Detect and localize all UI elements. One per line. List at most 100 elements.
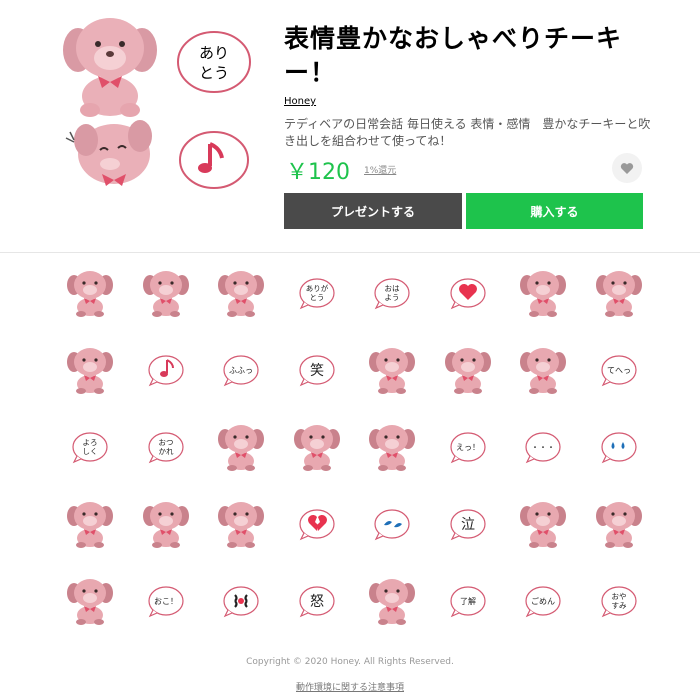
bear-sticker-image — [444, 348, 491, 394]
sticker-bear-17[interactable] — [584, 489, 654, 559]
bear-sticker-image — [218, 271, 264, 317]
sticker-bear-11[interactable] — [282, 412, 352, 482]
sticker-tehe[interactable]: てへっ — [584, 335, 654, 405]
bubble-sticker-image: 泣 — [449, 509, 486, 541]
buy-button[interactable]: 購入する — [466, 193, 643, 229]
refund-link[interactable]: 1%還元 — [364, 163, 396, 176]
sticker-oyasumi[interactable]: おや すみ — [584, 566, 654, 636]
bear-sticker-image — [369, 425, 415, 471]
sticker-e[interactable]: えっ！ — [433, 412, 503, 482]
bubble-sticker-image: ・・・ — [525, 432, 561, 464]
bubble-sticker-image — [374, 509, 410, 541]
sticker-bear-10[interactable] — [206, 412, 276, 482]
bubble-text-line-1: ・・・ — [531, 443, 555, 452]
bubble-sticker-image — [600, 432, 637, 464]
hero-bear-bottom — [65, 120, 152, 186]
bubble-text-line-1: ありが — [305, 283, 328, 293]
sticker-yoroshiku[interactable]: よろ しく — [55, 412, 125, 482]
bubble-text-line-1: ふふっ — [229, 366, 253, 375]
bear-sticker-image — [520, 502, 566, 548]
bear-sticker-image — [67, 502, 113, 548]
sticker-bear-15[interactable] — [206, 489, 276, 559]
bubble-sticker-image: おはよう — [374, 278, 410, 310]
sticker-bear-19[interactable] — [357, 566, 427, 636]
bubble-text-line-1: 泣 — [461, 517, 475, 533]
sticker-gomen[interactable]: ごめん — [508, 566, 578, 636]
bear-sticker-image — [218, 425, 264, 471]
bubble-sticker-image: よろしく — [72, 432, 108, 464]
sticker-naku[interactable]: 泣 — [433, 489, 503, 559]
bubble-text-line-1: 笑 — [310, 363, 324, 379]
bubble-sticker-image: ありがとう — [298, 278, 335, 310]
sticker-ikari[interactable]: 怒 — [282, 566, 352, 636]
present-button[interactable]: プレゼントする — [284, 193, 462, 229]
sticker-anger[interactable] — [206, 566, 276, 636]
sticker-drops[interactable] — [584, 412, 654, 482]
bear-sticker-image — [142, 271, 189, 317]
bubble-sticker-image: おつかれ — [147, 432, 184, 464]
bear-sticker-image — [293, 425, 340, 471]
sticker-bear-2[interactable] — [131, 258, 201, 328]
bear-sticker-image — [369, 579, 415, 625]
sticker-heart[interactable] — [433, 258, 503, 328]
sticker-broken-heart[interactable] — [282, 489, 352, 559]
product-title: 表情豊かなおしゃべりチーキー！ — [284, 24, 623, 87]
bubble-text-line-1: おは — [385, 284, 400, 293]
sticker-oko[interactable]: おこ！ — [131, 566, 201, 636]
author-link[interactable]: Honey — [284, 96, 316, 107]
bubble-text-line-2: しく — [83, 447, 98, 456]
bubble-text-line-2: かれ — [158, 447, 173, 456]
bubble-text-line-1: てへっ — [607, 366, 631, 375]
hero-sticker-image: あり とう — [63, 18, 251, 189]
sticker-bear-6[interactable] — [55, 335, 125, 405]
sticker-bear-9[interactable] — [508, 335, 578, 405]
sticker-bear-5[interactable] — [584, 258, 654, 328]
sticker-bear-16[interactable] — [508, 489, 578, 559]
bubble-text-line-1: よろ — [83, 438, 98, 447]
sticker-ohayou[interactable]: おは よう — [357, 258, 427, 328]
bubble-sticker-image: 了解 — [449, 586, 486, 618]
bear-sticker-image — [595, 502, 642, 548]
sticker-otsukare[interactable]: おつ かれ — [131, 412, 201, 482]
sticker-bear-3[interactable] — [206, 258, 276, 328]
bubble-sticker-image: 笑 — [298, 355, 335, 387]
sticker-fufu[interactable]: ふふっ — [206, 335, 276, 405]
sticker-warai[interactable]: 笑 — [282, 335, 352, 405]
bubble-text-line-1: おつ — [158, 438, 173, 447]
product-header: あり とう 表情豊かなおしゃべりチーキー！ Honey テディベアの日常会話 毎… — [0, 0, 700, 250]
sticker-dots[interactable]: ・・・ — [508, 412, 578, 482]
bubble-sticker-image: ふふっ — [223, 355, 259, 387]
sticker-note[interactable] — [131, 335, 201, 405]
sticker-tears[interactable] — [357, 489, 427, 559]
bubble-sticker-image: おこ！ — [147, 586, 184, 618]
bubble-text-line-1: えっ！ — [456, 443, 480, 452]
environment-notice-link[interactable]: 動作環境に関する注意事項 — [0, 680, 700, 693]
sticker-bear-12[interactable] — [357, 412, 427, 482]
sticker-bear-4[interactable] — [508, 258, 578, 328]
sticker-ryoukai[interactable]: 了解 — [433, 566, 503, 636]
hero-bear-top — [63, 18, 157, 117]
favorite-button[interactable] — [612, 153, 642, 183]
bubble-text-line-1: おや — [611, 592, 626, 601]
bubble-sticker-image: おやすみ — [600, 586, 637, 618]
section-divider — [0, 252, 700, 253]
bear-sticker-image — [67, 271, 113, 317]
sticker-bear-14[interactable] — [131, 489, 201, 559]
sticker-bear-7[interactable] — [357, 335, 427, 405]
bear-sticker-image — [520, 348, 566, 394]
bear-sticker-image — [142, 502, 189, 548]
hero-bubble-arigatou: あり とう — [177, 31, 251, 93]
bubble-text-line-1: 了解 — [460, 596, 476, 606]
bubble-text-line-2: すみ — [611, 601, 626, 610]
sticker-bear-8[interactable] — [433, 335, 503, 405]
product-description: テディベアの日常会話 毎日使える 表情・感情 豊かなチーキーと吹き出しを組合わせ… — [284, 117, 651, 148]
sticker-bear-13[interactable] — [55, 489, 125, 559]
bear-sticker-image — [67, 579, 113, 625]
svg-text:あり: あり — [199, 44, 229, 62]
sticker-arigatou[interactable]: ありが とう — [282, 258, 352, 328]
bubble-text-line-2: よう — [385, 293, 400, 302]
sticker-bear-18[interactable] — [55, 566, 125, 636]
bubble-text-line-1: おこ！ — [154, 597, 178, 606]
bear-sticker-image — [67, 348, 113, 394]
sticker-bear-1[interactable] — [55, 258, 125, 328]
